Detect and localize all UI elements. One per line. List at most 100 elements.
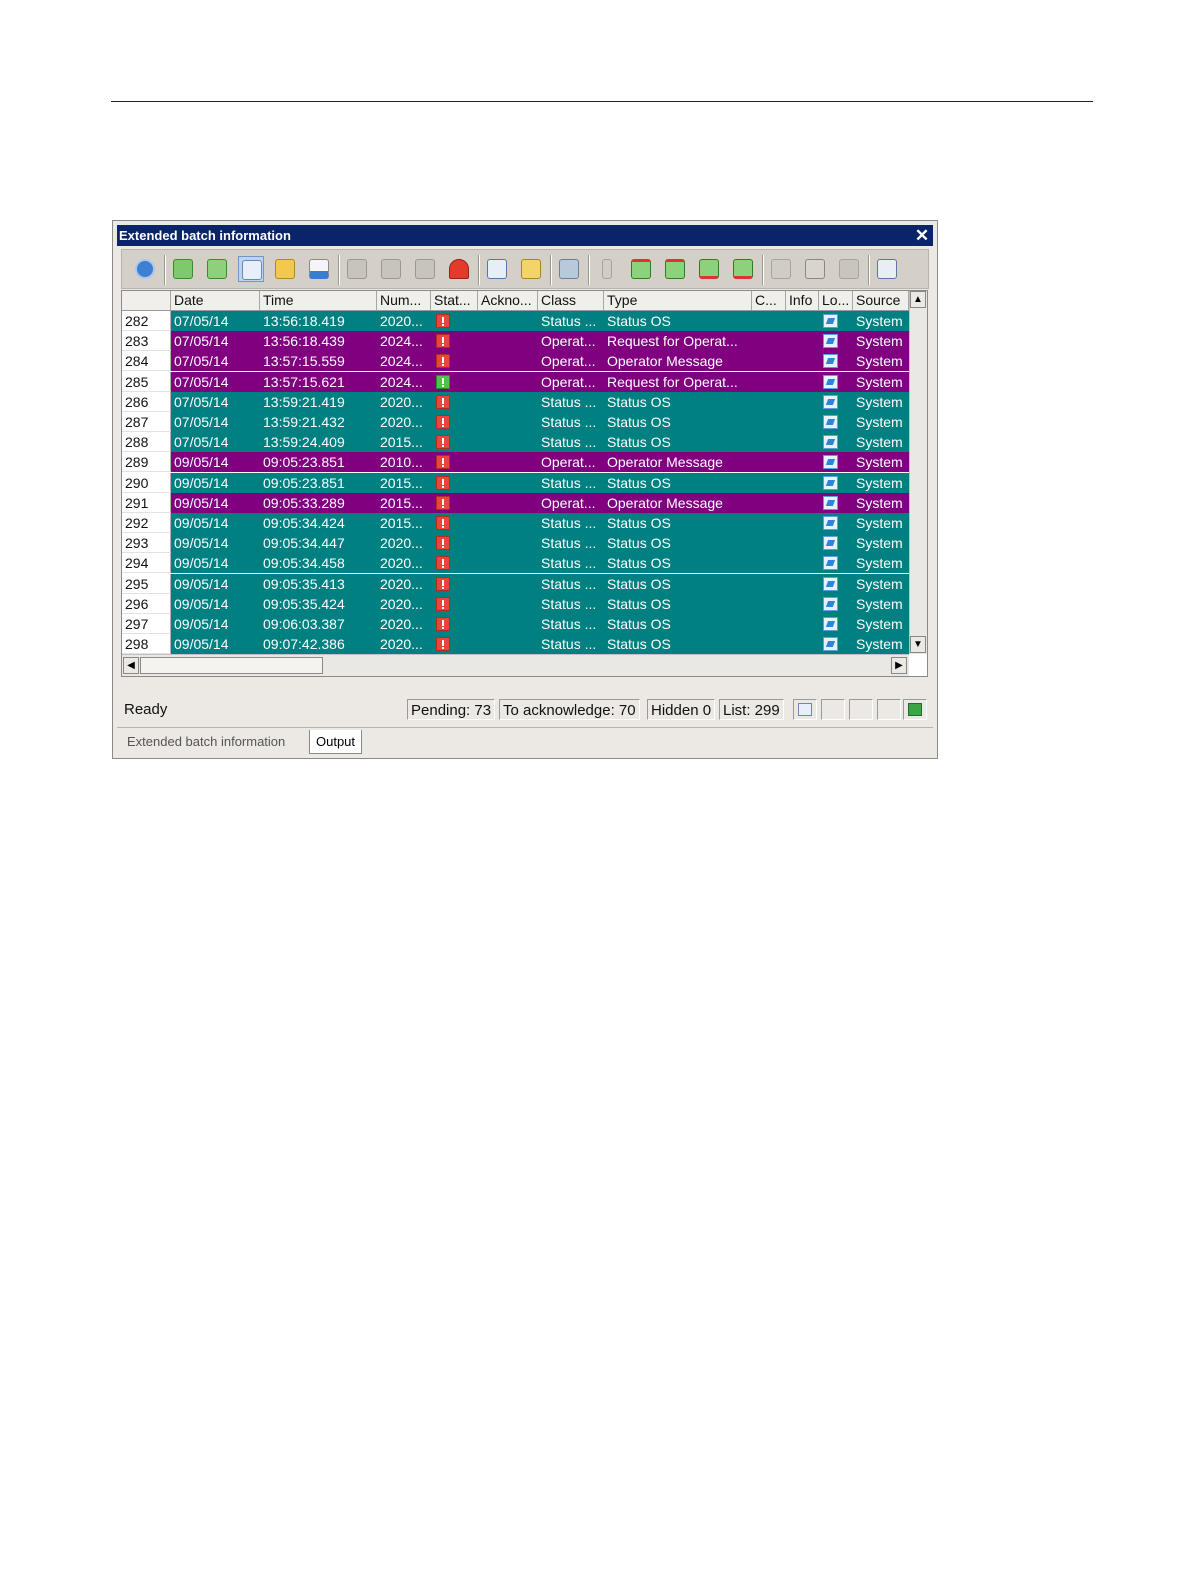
loop-in-icon[interactable] — [823, 334, 838, 349]
lock-icon[interactable] — [272, 256, 298, 282]
loop-in-icon[interactable] — [823, 617, 838, 631]
type-cell: Status OS — [607, 595, 671, 612]
import-icon[interactable] — [518, 256, 544, 282]
loop-in-icon[interactable] — [823, 495, 838, 510]
table-body: 282 07/05/14 13:56:18.419 2020... Status ...… — [122, 311, 909, 654]
source-cell: System — [856, 353, 903, 370]
class-cell: Status ... — [541, 474, 597, 491]
table-row[interactable]: 288 07/05/14 13:59:24.409 2015... Status ...… — [122, 432, 909, 453]
refresh-icon[interactable] — [170, 256, 196, 282]
horizontal-scroll-thumb[interactable] — [140, 657, 323, 674]
loop-in-icon[interactable] — [823, 394, 838, 409]
date-cell: 09/05/14 — [174, 616, 229, 632]
list-view-icon[interactable] — [238, 256, 264, 282]
status-alarm-icon — [436, 576, 450, 591]
row-number: 288 — [122, 432, 171, 453]
print-icon[interactable] — [556, 256, 582, 282]
loop-in-icon[interactable] — [823, 314, 838, 328]
alarm-horn-icon[interactable] — [446, 256, 472, 282]
up-down-icon[interactable] — [594, 256, 620, 282]
table-row[interactable]: 289 09/05/14 09:05:23.851 2010... Operat... O… — [122, 452, 909, 473]
status-alarm-icon — [436, 334, 450, 349]
tab-extended-batch-information[interactable]: Extended batch information — [121, 730, 291, 754]
table-row[interactable]: 287 07/05/14 13:59:21.432 2020... Status ...… — [122, 412, 909, 432]
column-header[interactable]: Num... — [377, 291, 431, 310]
lock-disabled-icon[interactable] — [836, 256, 862, 282]
column-header[interactable]: Source — [853, 291, 909, 310]
scroll-left-icon[interactable]: ◀ — [123, 657, 139, 674]
table-row[interactable]: 294 09/05/14 09:05:34.458 2020... Status ...… — [122, 553, 909, 574]
row-number: 292 — [122, 513, 171, 533]
scroll-right-icon[interactable]: ▶ — [891, 657, 907, 674]
table-row[interactable]: 290 09/05/14 09:05:23.851 2015... Status ...… — [122, 472, 909, 493]
move-down-icon[interactable] — [696, 256, 722, 282]
column-header[interactable]: Lo... — [819, 291, 853, 310]
number-cell: 2020... — [380, 393, 423, 410]
class-cell: Status ... — [541, 616, 597, 632]
acknowledge-icon[interactable] — [378, 256, 404, 282]
status-bar: Ready Pending: 73 To acknowledge: 70 Hid… — [121, 697, 929, 722]
status-ready: Ready — [124, 701, 168, 718]
column-header[interactable]: Time — [260, 291, 377, 310]
loop-in-icon[interactable] — [823, 637, 838, 652]
hand-acknowledge-icon[interactable] — [344, 256, 370, 282]
loop-in-icon[interactable] — [823, 475, 838, 490]
class-cell: Operat... — [541, 333, 596, 350]
source-cell: System — [856, 595, 903, 612]
column-header[interactable]: Class — [538, 291, 604, 310]
status-to-acknowledge: To acknowledge: 70 — [499, 699, 640, 720]
refresh-list-icon[interactable] — [204, 256, 230, 282]
column-header[interactable]: Date — [171, 291, 260, 310]
scroll-up-icon[interactable]: ▲ — [910, 291, 926, 308]
table-row[interactable]: 296 09/05/14 09:05:35.424 2020... Status ...… — [122, 593, 909, 614]
vertical-scrollbar[interactable]: ▲ ▼ — [909, 291, 927, 654]
loop-in-icon[interactable] — [823, 516, 838, 530]
loop-in-icon[interactable] — [823, 354, 838, 369]
loop-in-icon[interactable] — [823, 536, 838, 551]
table-row[interactable]: 284 07/05/14 13:57:15.559 2024... Operat... O… — [122, 351, 909, 372]
status-hidden: Hidden 0 — [647, 699, 716, 720]
loop-in-icon[interactable] — [823, 455, 838, 470]
loop-in-icon[interactable] — [823, 374, 838, 389]
export-icon[interactable] — [484, 256, 510, 282]
move-up-icon[interactable] — [662, 256, 688, 282]
list-view-icon[interactable] — [793, 699, 817, 720]
move-bottom-icon[interactable] — [730, 256, 756, 282]
status-panel-empty — [877, 699, 901, 720]
date-cell: 09/05/14 — [174, 474, 229, 491]
table-row[interactable]: 282 07/05/14 13:56:18.419 2020... Status ...… — [122, 311, 909, 331]
column-header[interactable]: Type — [604, 291, 752, 310]
loop-in-icon[interactable] — [823, 556, 838, 571]
scroll-down-icon[interactable]: ▼ — [910, 636, 926, 653]
acknowledge-all-icon[interactable] — [412, 256, 438, 282]
chart-icon[interactable] — [306, 256, 332, 282]
table-row[interactable]: 283 07/05/14 13:56:18.439 2024... Operat... R… — [122, 331, 909, 352]
table-row[interactable]: 293 09/05/14 09:05:34.447 2020... Status ...… — [122, 533, 909, 554]
table-row[interactable]: 291 09/05/14 09:05:33.289 2015... Operat... O… — [122, 492, 909, 513]
properties-icon[interactable] — [768, 256, 794, 282]
sort-icon[interactable] — [874, 256, 900, 282]
move-top-icon[interactable] — [628, 256, 654, 282]
table-row[interactable]: 292 09/05/14 09:05:34.424 2015... Status ...… — [122, 513, 909, 533]
table-row[interactable]: 286 07/05/14 13:59:21.419 2020... Status ...… — [122, 391, 909, 412]
connection-icon[interactable] — [903, 699, 927, 720]
table-row[interactable]: 295 09/05/14 09:05:35.413 2020... Status ...… — [122, 573, 909, 594]
loop-in-icon[interactable] — [823, 576, 838, 591]
column-header[interactable]: Info — [786, 291, 819, 310]
horizontal-scrollbar[interactable]: ◀ ▶ — [122, 654, 909, 676]
loop-in-icon[interactable] — [823, 415, 838, 429]
tab-bar: Extended batch information Output — [117, 727, 933, 755]
table-row[interactable]: 298 09/05/14 09:07:42.386 2020... Status ...… — [122, 634, 909, 654]
warning-filter-icon[interactable] — [802, 256, 828, 282]
table-row[interactable]: 297 09/05/14 09:06:03.387 2020... Status ...… — [122, 614, 909, 634]
column-header[interactable]: Ackno... — [478, 291, 538, 310]
table-row[interactable]: 285 07/05/14 13:57:15.621 2024... Operat... R… — [122, 371, 909, 392]
column-header[interactable]: Stat... — [431, 291, 478, 310]
tab-output[interactable]: Output — [309, 730, 363, 754]
loop-in-icon[interactable] — [823, 596, 838, 611]
help-icon[interactable] — [132, 256, 158, 282]
column-header[interactable]: C... — [752, 291, 786, 310]
close-icon[interactable]: ✕ — [914, 225, 930, 246]
number-cell: 2024... — [380, 353, 423, 370]
loop-in-icon[interactable] — [823, 435, 838, 450]
